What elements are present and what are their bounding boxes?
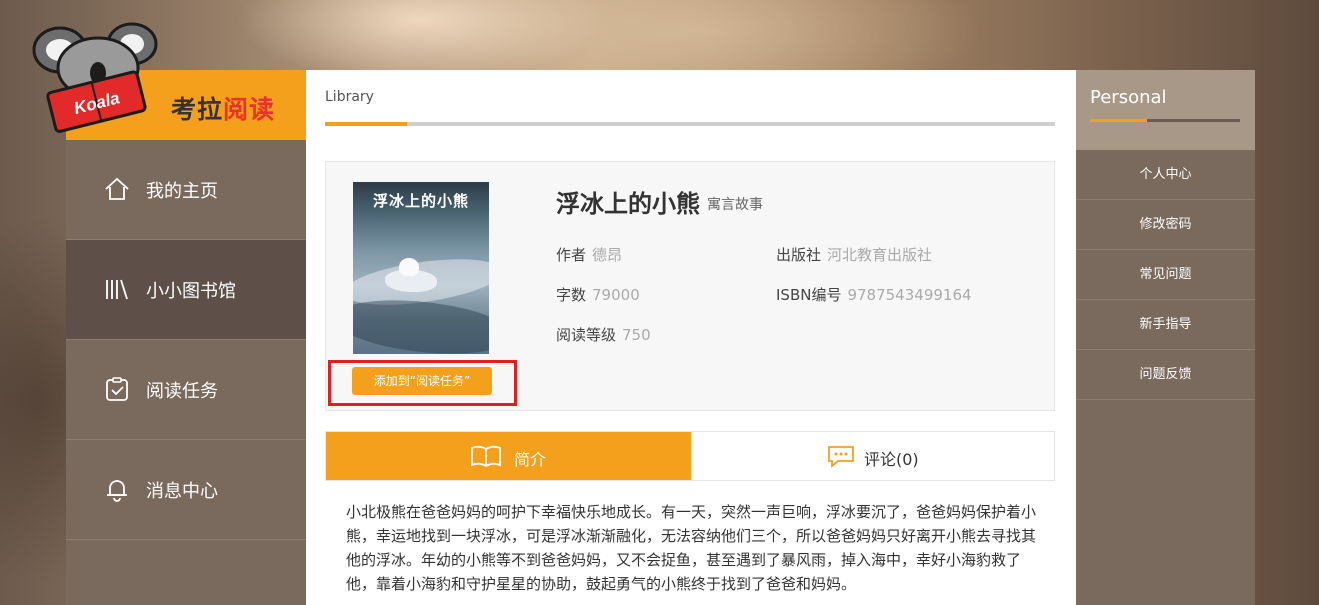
- comment-bubble-icon: [828, 446, 854, 468]
- meta-label: ISBN编号: [776, 286, 842, 304]
- meta-value: 河北教育出版社: [827, 246, 933, 264]
- personal-title: Personal: [1090, 87, 1167, 108]
- personal-header: Personal: [1076, 70, 1255, 150]
- meta-label: 作者: [556, 246, 587, 264]
- bell-icon: [107, 480, 127, 502]
- meta-word-count: 字数 79000: [556, 284, 640, 305]
- book-detail-card: 浮冰上的小熊 添加到“阅读任务” 浮冰上的小熊 寓言故事 作者 德昂 出版社 河北教…: [325, 161, 1055, 411]
- sidebar-item-label: 我的主页: [146, 181, 218, 202]
- meta-value: 德昂: [592, 246, 623, 264]
- breadcrumb-underline: [325, 122, 1055, 126]
- sidebar-item-label: 消息中心: [146, 481, 218, 502]
- menu-item-personal-center[interactable]: 个人中心: [1076, 150, 1255, 200]
- sidebar-item-library[interactable]: 小小图书馆: [66, 240, 306, 340]
- task-clipboard-icon: [106, 377, 128, 401]
- library-icon: [106, 279, 128, 300]
- personal-underline: [1090, 119, 1240, 122]
- cover-wave: [353, 292, 489, 354]
- left-sidebar: 我的主页 小小图书馆 阅读任务 消息中心: [66, 140, 306, 605]
- meta-label: 出版社: [776, 246, 822, 264]
- breadcrumb: Library: [325, 89, 374, 105]
- logo-text-prefix: 考拉: [171, 95, 224, 124]
- cover-title: 浮冰上的小熊: [372, 192, 469, 210]
- tab-comments-label: 评论(0): [864, 450, 919, 469]
- sidebar-item-reading-tasks[interactable]: 阅读任务: [66, 340, 306, 440]
- detail-tabs: 简介 评论(0): [325, 431, 1055, 481]
- menu-item-change-password[interactable]: 修改密码: [1076, 200, 1255, 250]
- book-cover-image[interactable]: 浮冰上的小熊: [353, 182, 489, 354]
- sidebar-item-label: 阅读任务: [146, 381, 218, 402]
- logo-text[interactable]: 考拉阅读: [171, 90, 275, 126]
- menu-item-faq[interactable]: 常见问题: [1076, 250, 1255, 300]
- meta-author: 作者 德昂: [556, 244, 622, 265]
- book-summary: 小北极熊在爸爸妈妈的呵护下幸福快乐地成长。有一天，突然一声巨响，浮冰要沉了，爸爸…: [346, 503, 1037, 593]
- meta-label: 字数: [556, 286, 587, 304]
- meta-value: 9787543499164: [847, 286, 972, 304]
- add-to-reading-task-button[interactable]: 添加到“阅读任务”: [352, 367, 492, 395]
- koala-mascot-logo[interactable]: Koala: [20, 18, 170, 138]
- book-title: 浮冰上的小熊: [556, 190, 700, 218]
- open-book-icon: [471, 445, 501, 468]
- tab-intro-label: 简介: [514, 450, 547, 469]
- sidebar-item-messages[interactable]: 消息中心: [66, 440, 306, 540]
- right-sidebar: Personal 个人中心 修改密码 常见问题 新手指导 问题反馈: [1076, 70, 1255, 605]
- underline-active-segment: [1090, 119, 1147, 122]
- sidebar-item-home[interactable]: 我的主页: [66, 140, 306, 240]
- sidebar-item-label: 小小图书馆: [146, 281, 236, 302]
- underline-active-segment: [325, 122, 407, 126]
- logo-text-accent: 阅读: [223, 95, 276, 124]
- book-genre: 寓言故事: [707, 197, 763, 213]
- home-icon: [105, 177, 129, 200]
- menu-item-feedback[interactable]: 问题反馈: [1076, 350, 1255, 400]
- meta-reading-level: 阅读等级 750: [556, 324, 651, 345]
- tab-comments[interactable]: 评论(0): [691, 432, 1054, 480]
- cover-bear: [399, 258, 419, 276]
- meta-isbn: ISBN编号 9787543499164: [776, 284, 972, 305]
- menu-item-beginner-guide[interactable]: 新手指导: [1076, 300, 1255, 350]
- tab-intro[interactable]: 简介: [326, 432, 691, 480]
- meta-value: 79000: [592, 286, 640, 304]
- meta-publisher: 出版社 河北教育出版社: [776, 244, 932, 265]
- meta-value: 750: [622, 326, 651, 344]
- meta-label: 阅读等级: [556, 326, 617, 344]
